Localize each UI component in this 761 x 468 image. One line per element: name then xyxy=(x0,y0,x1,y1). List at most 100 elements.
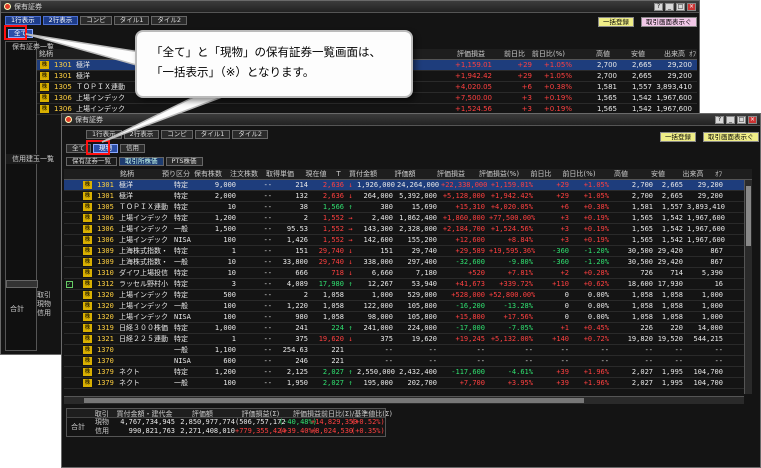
stock-cost: 1,950 xyxy=(286,379,308,387)
stock-cost: 241 xyxy=(295,324,308,332)
table-row[interactable]: 株 1306 上場インデック 一般 1,500 -- 95.53 1,552 → 143,300 2… xyxy=(64,224,752,235)
back-btn-2row[interactable]: 2行表示 xyxy=(42,16,79,25)
stock-diff: +29 xyxy=(517,72,532,80)
front-btn-tile1[interactable]: タイル1 xyxy=(194,130,231,139)
stock-qty: 1,500 xyxy=(214,225,236,233)
tab-margin[interactable]: 信用 xyxy=(120,144,145,153)
close-icon[interactable]: × xyxy=(687,2,696,11)
subtab-pts-price[interactable]: PTS株価 xyxy=(165,157,203,166)
stock-pl: +15,310 xyxy=(455,203,485,211)
stock-icon: 株 xyxy=(83,192,92,200)
table-row[interactable]: 株 1309 上海株式指数・ 特定 1 -- 151 29,740 ↓ 151 29,740 +29,… xyxy=(64,246,752,257)
stock-low: 1,542 xyxy=(661,236,683,244)
stock-name: 日経２２５連動 xyxy=(119,335,168,343)
stock-cost: 254.63 xyxy=(282,346,308,354)
stock-volume: 867 xyxy=(710,258,723,266)
stock-plp: +19,595.36% xyxy=(489,247,535,255)
stock-account: 一般 xyxy=(174,302,188,310)
stock-name: 上場インデック xyxy=(119,214,168,222)
table-row[interactable]: ✓ 株 1312 ラッセル野村小 特定 3 -- 4,089 17,980 ↑ 12,267 53,9… xyxy=(64,279,752,290)
row-check[interactable]: ✓ xyxy=(64,280,80,288)
stock-value: 2,432,400 xyxy=(399,368,437,376)
table-row[interactable]: 株 1309 上海株式指数・ 一般 10 -- 33,800 29,740 ↓ 338,000 29… xyxy=(64,257,752,268)
stock-code: 1305 xyxy=(54,83,72,91)
front-subtabs: 保有証券一覧 取引所株価 PTS株価 xyxy=(66,157,203,166)
stock-price: 17,980 xyxy=(318,280,344,288)
table-row[interactable]: 株 1306 上場インデック NISA 100 -- 1,426 1,552 → 142,600 1… xyxy=(64,235,752,246)
stock-pl: +4,020.05 xyxy=(454,83,492,91)
stock-code: 1306 xyxy=(97,236,114,244)
back-btn-tile1[interactable]: タイル1 xyxy=(113,16,150,25)
stock-icon: 株 xyxy=(83,203,92,211)
table-row[interactable]: 株 1305 ＴＯＰＩＸ連動 特定 10 -- 38 1,566 ↑ 380 15,690 +15,3… xyxy=(64,202,752,213)
minimize-icon[interactable]: _ xyxy=(726,115,735,124)
minimize-icon[interactable]: _ xyxy=(665,2,674,11)
back-btn-combi[interactable]: コンピ xyxy=(80,16,112,25)
stock-price: 2,636 xyxy=(322,181,344,189)
front-vscroll[interactable] xyxy=(744,180,752,394)
table-row[interactable]: 株 1379 ネクト 特定 1,200 -- 2,125 2,027 ↑ 2,550,000 2,4… xyxy=(64,367,752,378)
stock-value: 2,328,000 xyxy=(399,225,437,233)
stock-account: 特定 xyxy=(174,291,188,299)
table-row[interactable]: 株 1301 極洋 特定 9,000 -- 214 2,636 ↓ 1,926,000 24,264… xyxy=(64,180,752,191)
front-hscroll-thumb[interactable] xyxy=(84,398,584,403)
stock-cost: 980 xyxy=(295,313,308,321)
stock-pl: -- xyxy=(476,357,485,365)
stock-volume: 104,700 xyxy=(693,368,723,376)
subtab-exchange-price[interactable]: 取引所株価 xyxy=(119,157,164,166)
back-left-scrollbar[interactable] xyxy=(6,280,38,288)
stock-buy: -- xyxy=(384,346,393,354)
table-row[interactable]: 株 1320 上場インデック 一般 100 -- 1,220 1,058 122,000 105,… xyxy=(64,301,752,312)
stock-diffp: +1.96% xyxy=(583,368,609,376)
back-trade-button[interactable]: 取引画面表示ぐ xyxy=(641,17,697,27)
table-row[interactable]: 株 1306 上場インデック 特定 1,200 -- 2 1,552 → 2,400 1,862,4… xyxy=(64,213,752,224)
close-icon[interactable]: × xyxy=(748,115,757,124)
table-row[interactable]: 株 1320 上場インデック NISA 100 -- 980 1,058 98,000 105,8… xyxy=(64,312,752,323)
stock-low: 220 xyxy=(670,324,683,332)
stock-code: 1320 xyxy=(97,313,114,321)
table-row[interactable]: 株 1321 日経２２５連動 特定 1 -- 375 19,620 ↓ 375 19,620 +19,… xyxy=(64,334,752,345)
stock-price: 224 xyxy=(331,324,344,332)
stock-diffp: -- xyxy=(600,357,609,365)
table-row[interactable]: 株 1320 上場インデック 特定 500 -- 2 1,058 1,000 529,000 +52… xyxy=(64,290,752,301)
stock-account: 一般 xyxy=(174,379,188,387)
table-row[interactable]: 株 1370 一般 1,100 -- 254.63 221 -- -- -- -- -- -- -- -- -… xyxy=(64,345,752,356)
back-bulk-button[interactable]: 一括登録 xyxy=(598,17,634,27)
stock-diffp: +0.38% xyxy=(543,83,572,91)
stock-diffp: -1.20% xyxy=(583,258,609,266)
front-btn-combi[interactable]: コンピ xyxy=(161,130,193,139)
stock-volume: 29,200 xyxy=(697,181,723,189)
stock-low: 1,542 xyxy=(631,94,652,102)
front-hscroll[interactable] xyxy=(64,396,744,404)
stock-volume: 104,700 xyxy=(693,379,723,387)
front-bulk-button[interactable]: 一括登録 xyxy=(660,132,696,142)
table-row[interactable]: 株 1379 ネクト 一般 100 -- 1,950 2,027 ↑ 195,000 202,700… xyxy=(64,378,752,389)
stock-value: 155,200 xyxy=(407,236,437,244)
help-icon[interactable]: ? xyxy=(715,115,724,124)
table-row[interactable]: 株 1310 ダイワ上場投信 特定 10 -- 666 718 ↓ 6,660 7,180 +520 +… xyxy=(64,268,752,279)
stock-buy: 195,000 xyxy=(363,379,393,387)
front-vscroll-thumb[interactable] xyxy=(746,186,751,246)
maximize-icon[interactable]: □ xyxy=(676,2,685,11)
front-btn-2row[interactable]: 2行表示 xyxy=(123,130,160,139)
table-row[interactable]: 株 1319 日経３００株価 特定 1,000 -- 241 224 ↑ 241,000 224,0… xyxy=(64,323,752,334)
help-icon[interactable]: ? xyxy=(654,2,663,11)
front-btn-1row[interactable]: 1行表示 xyxy=(86,130,122,139)
stock-low: 2,665 xyxy=(661,181,683,189)
table-row[interactable]: 株 1370 NISA 600 -- 246 221 -- -- -- -- -- -- -- -- -- xyxy=(64,356,752,367)
front-btn-tile2[interactable]: タイル2 xyxy=(232,130,269,139)
table-row[interactable]: 株 1301 極洋 特定 2,000 -- 132 2,636 ↓ 264,000 5,392,00… xyxy=(64,191,752,202)
maximize-icon[interactable]: □ xyxy=(737,115,746,124)
back-btn-1row[interactable]: 1行表示 xyxy=(5,16,41,25)
back-col-high: 高値 xyxy=(596,50,610,58)
stock-volume: 29,200 xyxy=(697,192,723,200)
stock-diffp: +0.45% xyxy=(583,324,609,332)
stock-value: 105,800 xyxy=(407,313,437,321)
stock-diffp: +0.62% xyxy=(583,280,609,288)
back-btn-tile2[interactable]: タイル2 xyxy=(151,16,188,25)
front-trade-button[interactable]: 取引画面表示ぐ xyxy=(703,132,759,142)
stock-price: 718 xyxy=(331,269,344,277)
subtab-holdings[interactable]: 保有証券一覧 xyxy=(66,157,117,166)
stock-icon: 株 xyxy=(83,357,92,365)
summary-diff: +14,829,350 xyxy=(311,418,358,426)
